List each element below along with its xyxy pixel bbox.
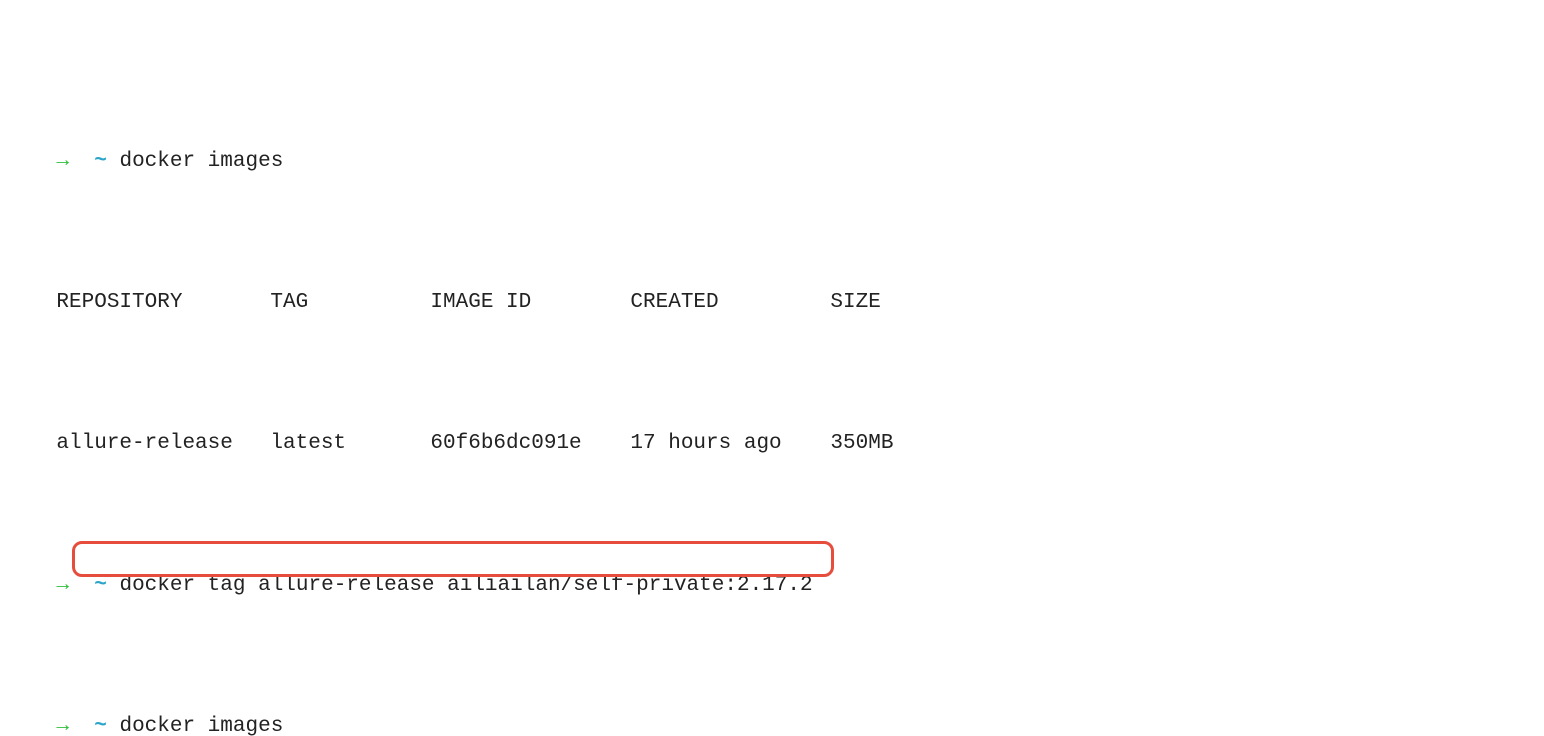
prompt-tilde: ~ — [94, 148, 107, 176]
command-text: docker images — [119, 148, 283, 176]
table-header: REPOSITORYTAGIMAGE IDCREATEDSIZE — [6, 261, 1538, 289]
col-image-id: IMAGE ID — [430, 289, 630, 317]
col-repository: REPOSITORY — [56, 289, 270, 317]
cell-size: 350MB — [830, 430, 893, 458]
table-row: allure-releaselatest60f6b6dc091e17 hours… — [6, 402, 1538, 430]
col-created: CREATED — [630, 289, 830, 317]
terminal[interactable]: → ~ docker images REPOSITORYTAGIMAGE IDC… — [0, 0, 1544, 736]
prompt-line: → ~ docker images — [6, 119, 1538, 147]
prompt-line: → ~ docker images — [6, 685, 1538, 713]
cell-created: 17 hours ago — [630, 430, 830, 458]
prompt-tilde: ~ — [94, 572, 107, 600]
cell-tag: latest — [270, 430, 430, 458]
cell-id: 60f6b6dc091e — [430, 430, 630, 458]
col-size: SIZE — [830, 289, 880, 317]
prompt-arrow-icon: → — [56, 572, 69, 600]
command-text: docker images — [119, 713, 283, 736]
command-text: docker tag allure-release ailiailan/self… — [119, 572, 812, 600]
col-tag: TAG — [270, 289, 430, 317]
prompt-arrow-icon: → — [56, 713, 69, 736]
cell-repo: allure-release — [56, 430, 270, 458]
prompt-line: → ~ docker tag allure-release ailiailan/… — [6, 544, 1538, 572]
prompt-arrow-icon: → — [56, 148, 69, 176]
prompt-tilde: ~ — [94, 713, 107, 736]
